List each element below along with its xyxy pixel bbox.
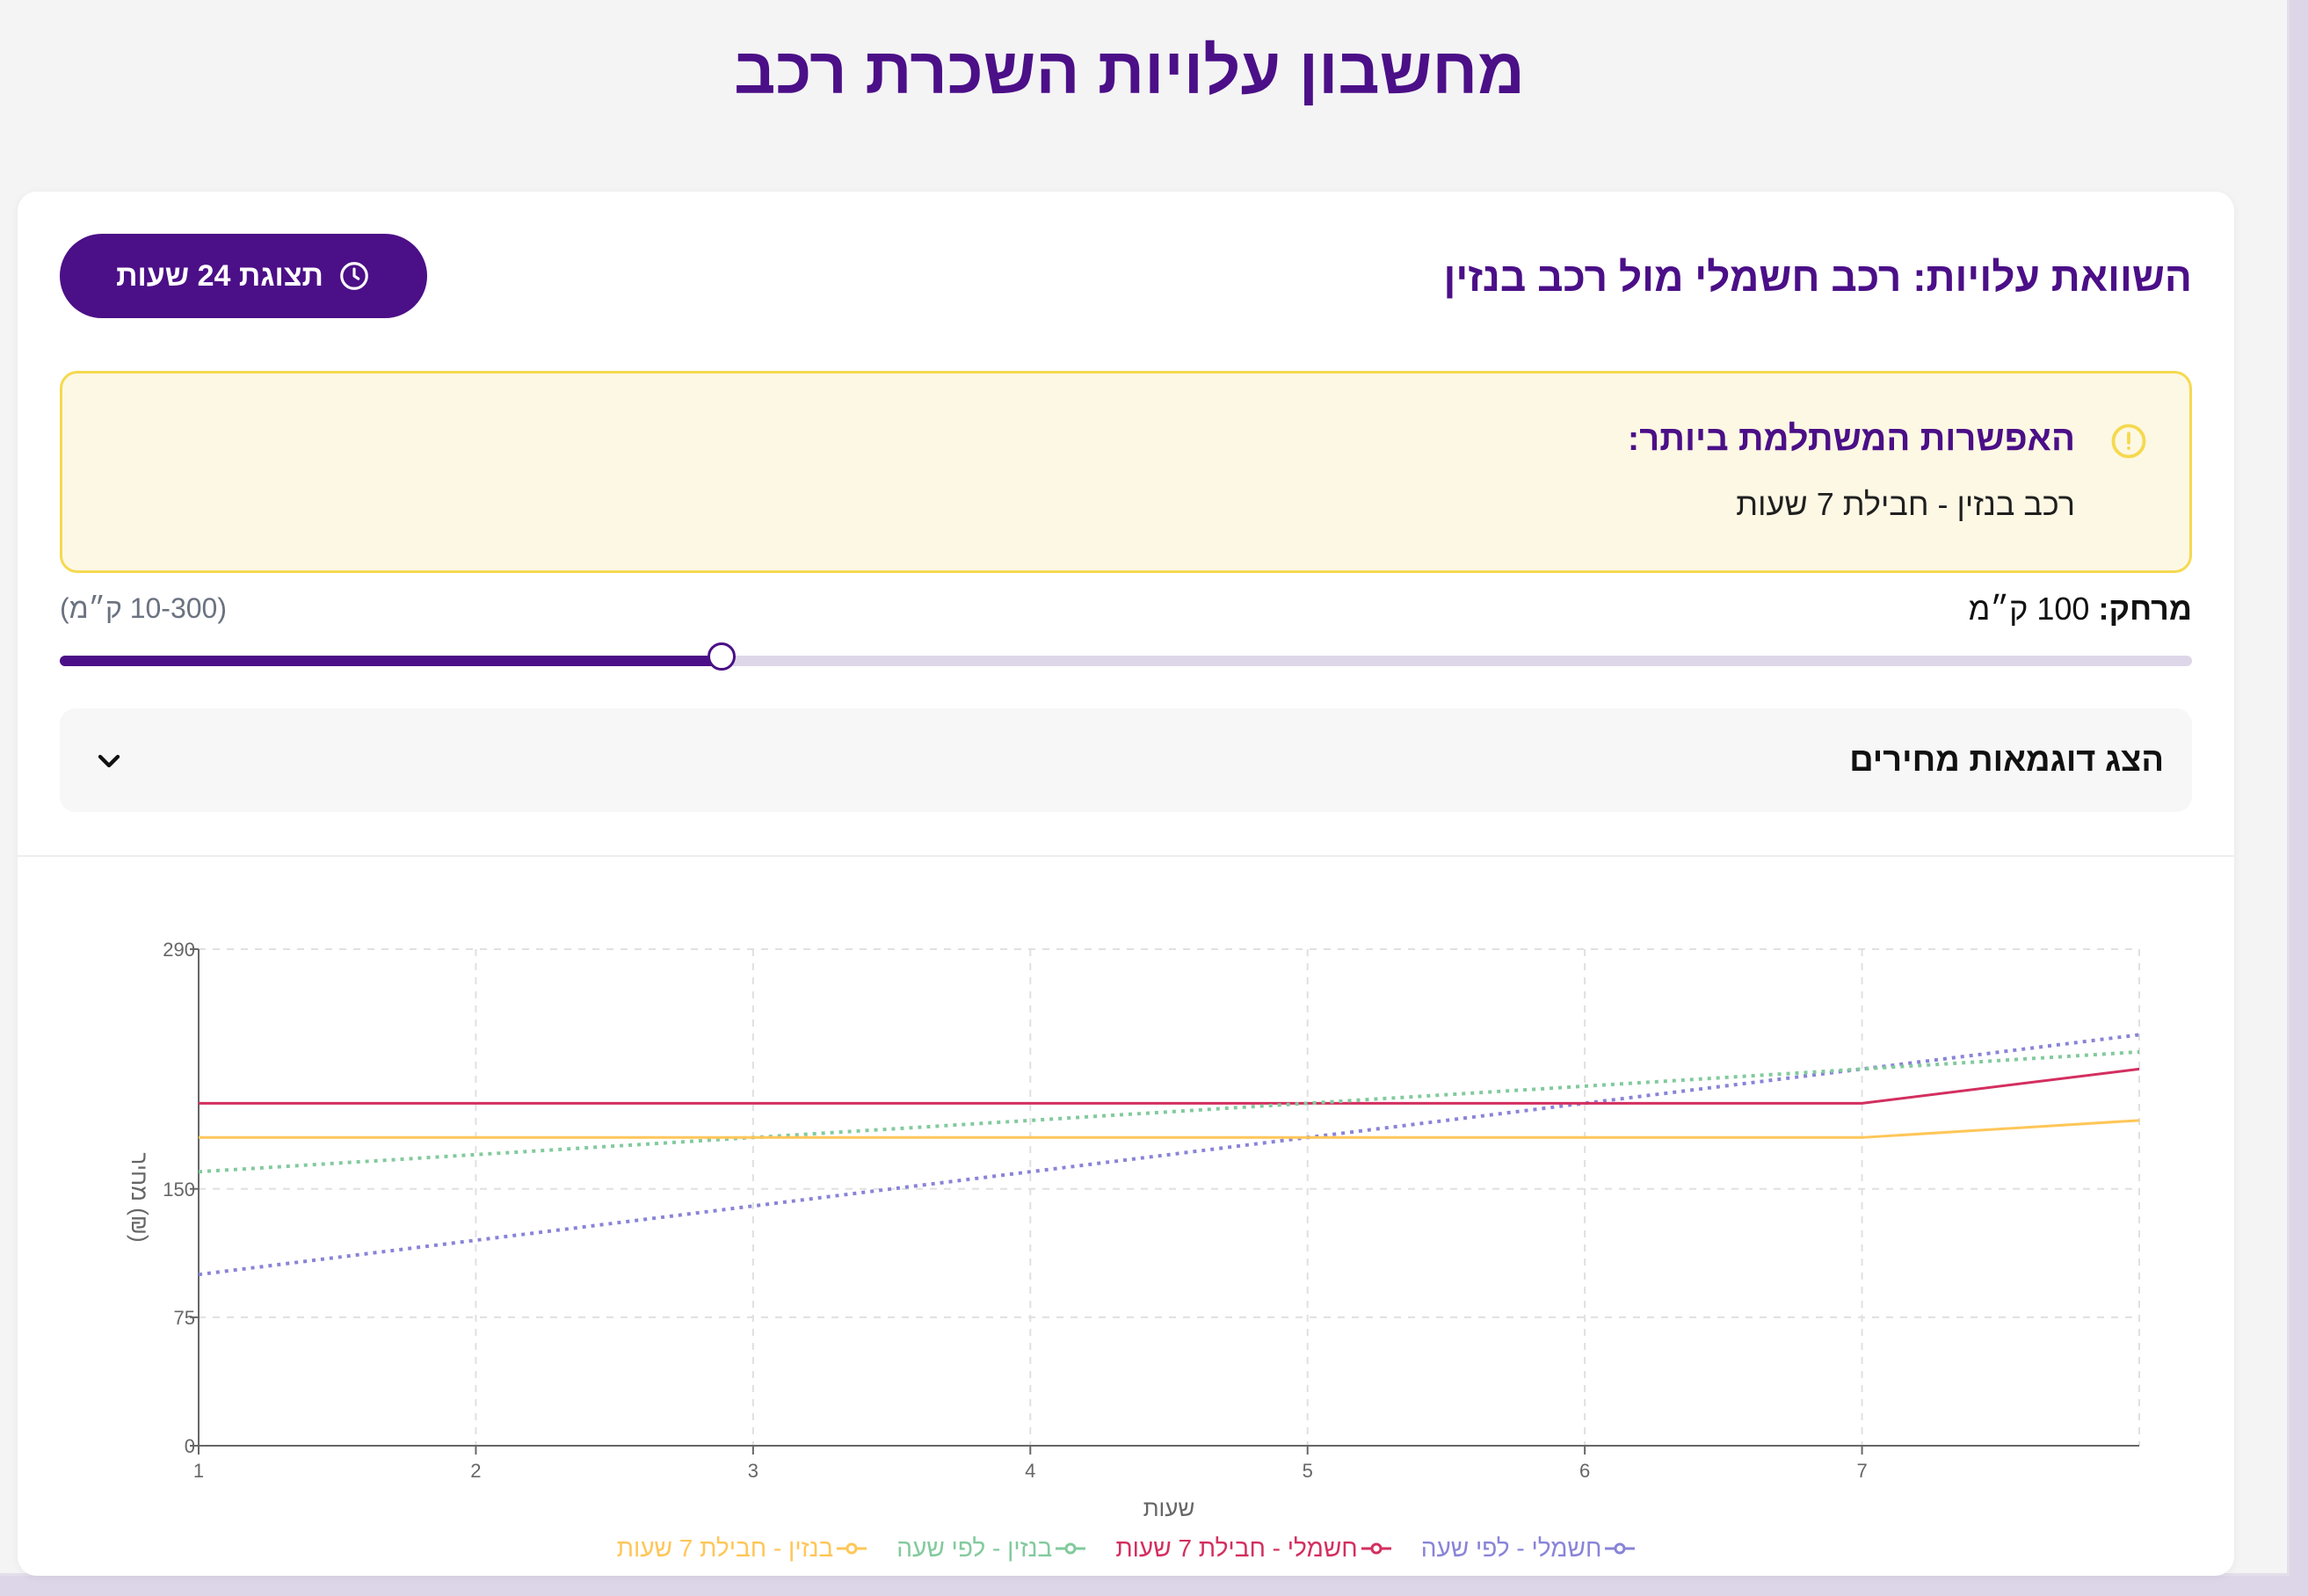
y-tick-label: 75: [174, 1307, 195, 1329]
price-chart: 0 75 150 290 1 2 3 4 5 6 7 שעות מחיר (₪): [127, 939, 2140, 1521]
y-tick-label: 150: [163, 1179, 195, 1201]
legend-line-icon: [1056, 1542, 1086, 1555]
x-tick-label: 3: [748, 1460, 758, 1482]
legend-line-icon: [837, 1542, 867, 1555]
series-line-4: [199, 1119, 2140, 1139]
legend-line-icon: [1605, 1542, 1636, 1555]
y-tick-label: 0: [185, 1435, 195, 1457]
legend-item-4[interactable]: בנזין - חבילת 7 שעות: [617, 1534, 867, 1563]
page: מחשבון עלויות השכרת רכב השוואת עלויות: ר…: [0, 0, 2290, 1576]
comparison-card: השוואת עלויות: רכב חשמלי מול רכב בנזין ת…: [18, 192, 2234, 1576]
legend-label: בנזין - לפי שעה: [896, 1534, 1053, 1562]
legend-line-icon: [1361, 1542, 1391, 1555]
x-tick-label: 2: [470, 1460, 481, 1482]
legend-item-3[interactable]: בנזין - לפי שעה: [896, 1534, 1086, 1563]
legend-item-1[interactable]: חשמלי - לפי שעה: [1421, 1534, 1636, 1563]
chart-legend: חשמלי - לפי שעה חשמלי - חבילת 7 שעות בנזין…: [18, 1534, 2234, 1563]
y-axis-label: מחיר (₪): [127, 1152, 153, 1242]
x-tick-label: 5: [1303, 1460, 1313, 1482]
legend-label: חשמלי - לפי שעה: [1420, 1534, 1602, 1562]
legend-label: בנזין - חבילת 7 שעות: [616, 1534, 834, 1562]
page-title: מחשבון עלויות השכרת רכב: [734, 34, 1525, 107]
series-line-2: [199, 1067, 2140, 1105]
y-tick-label: 290: [163, 939, 195, 961]
x-tick-label: 7: [1856, 1460, 1867, 1482]
x-tick-label: 1: [193, 1460, 204, 1482]
x-tick-label: 6: [1579, 1460, 1590, 1482]
legend-label: חשמלי - חבילת 7 שעות: [1115, 1534, 1358, 1562]
x-tick-label: 4: [1025, 1460, 1035, 1482]
legend-item-2[interactable]: חשמלי - חבילת 7 שעות: [1115, 1534, 1391, 1563]
x-axis-label: שעות: [1143, 1495, 1195, 1521]
